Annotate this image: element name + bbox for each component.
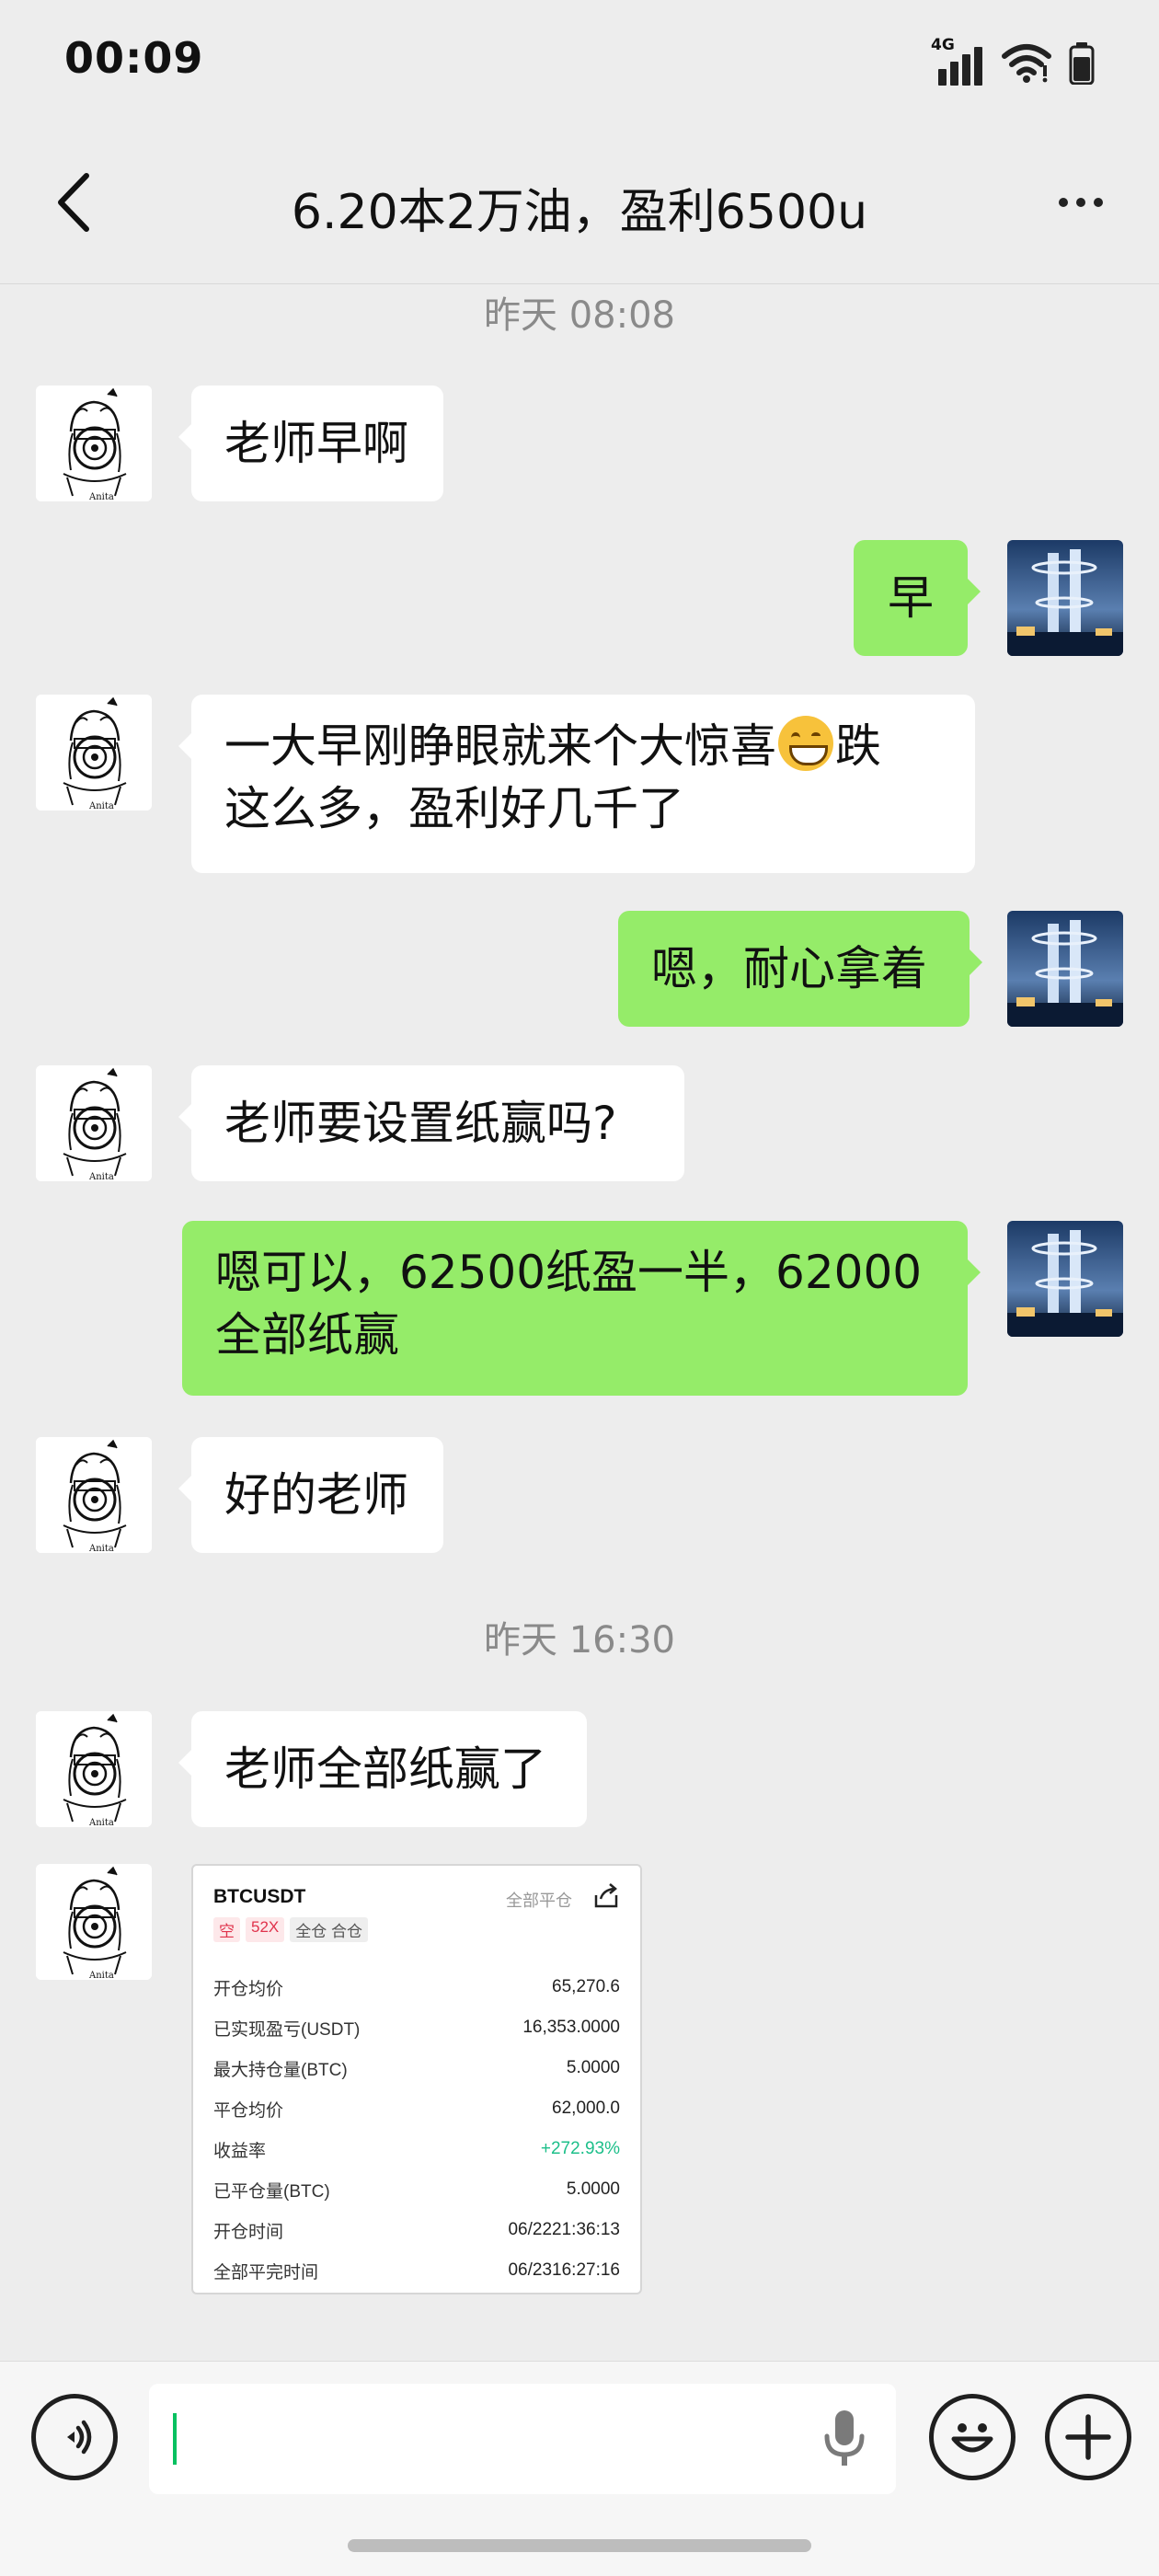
trade-row: 已实现盈亏(USDT) 16,353.0000 <box>213 2018 620 2040</box>
svg-text:Anita: Anita <box>88 1971 114 1980</box>
message-text: 好的老师 <box>224 1468 408 1522</box>
city-tower-avatar-icon <box>1007 1221 1123 1337</box>
message-text: 老师早啊 <box>224 417 408 470</box>
sketch-avatar-icon: Anita <box>36 695 152 811</box>
message-bubble-incoming[interactable]: 老师要设置纸赢吗? <box>178 1065 684 1181</box>
sketch-avatar-icon: Anita <box>36 1864 152 1980</box>
trade-row: 最大持仓量(BTC) 5.0000 <box>213 2058 620 2080</box>
short-tag: 空 <box>213 1917 240 1942</box>
trade-row: 开仓时间 06/2221:36:13 <box>213 2220 620 2242</box>
my-avatar[interactable] <box>1007 911 1123 1027</box>
network-type-label: 4G <box>931 36 955 54</box>
chevron-left-icon <box>58 173 89 232</box>
plus-button[interactable] <box>1045 2394 1131 2480</box>
message-text: 早 <box>888 571 934 625</box>
trade-status: 全部平仓 <box>506 1892 572 1910</box>
message-text: 老师全部纸赢了 <box>224 1742 546 1796</box>
message-text: 老师要设置纸赢吗? <box>224 1097 617 1150</box>
chat-timestamp: 昨天 08:08 <box>484 294 675 337</box>
cellular-signal-icon: 4G <box>931 36 984 86</box>
margin-mode-tag: 全仓 合仓 <box>290 1917 368 1942</box>
more-horizontal-icon <box>1059 198 1068 207</box>
message-bubble-incoming[interactable]: 一大早刚睁眼就来个大惊喜跌 这么多，盈利好几千了 <box>178 695 975 873</box>
chat-title: 6.20本2万油，盈利6500u <box>291 185 868 240</box>
message-line: 嗯可以，62500纸盈一半，62000 <box>215 1246 923 1299</box>
trade-symbol: BTCUSDT <box>213 1886 306 1907</box>
trade-row: 开仓均价 65,270.6 <box>213 1977 620 1999</box>
sketch-avatar-icon: Anita <box>36 1437 152 1553</box>
message-line: 一大早刚睁眼就来个大惊喜跌 <box>224 715 942 777</box>
contact-avatar[interactable]: Anita <box>36 385 152 501</box>
voice-button[interactable] <box>31 2394 118 2480</box>
contact-avatar[interactable]: Anita <box>36 1864 152 1980</box>
contact-avatar[interactable]: Anita <box>36 695 152 811</box>
emoji-icon <box>951 2423 993 2453</box>
message-bubble-incoming[interactable]: 老师全部纸赢了 <box>178 1711 587 1827</box>
contact-avatar[interactable]: Anita <box>36 1065 152 1181</box>
text-cursor <box>173 2413 177 2465</box>
message-bubble-outgoing[interactable]: 嗯，耐心拿着 <box>618 911 982 1027</box>
trade-tags: 空 52X 全仓 合仓 <box>213 1917 368 1942</box>
svg-text:Anita: Anita <box>88 1818 114 1827</box>
city-tower-avatar-icon <box>1007 540 1123 656</box>
wifi-icon <box>1002 44 1051 83</box>
trade-details: 开仓均价 65,270.6 已实现盈亏(USDT) 16,353.0000 最大持仓… <box>213 1967 620 2291</box>
message-bubble-incoming[interactable]: 好的老师 <box>178 1437 443 1553</box>
grinning-face-emoji-icon <box>778 716 833 771</box>
share-icon <box>594 1883 618 1908</box>
home-indicator[interactable] <box>348 2539 811 2552</box>
sketch-avatar-icon: Anita <box>36 1711 152 1827</box>
chat-timestamp: 昨天 16:30 <box>484 1619 675 1662</box>
my-avatar[interactable] <box>1007 540 1123 656</box>
svg-text:Anita: Anita <box>88 1544 114 1553</box>
plus-icon <box>1065 2414 1111 2460</box>
microphone-icon <box>824 2410 865 2466</box>
message-bubble-incoming[interactable]: 老师早啊 <box>178 385 443 501</box>
message-bubble-outgoing[interactable]: 早 <box>854 540 981 656</box>
svg-text:Anita: Anita <box>88 801 114 811</box>
more-button[interactable] <box>1039 166 1122 239</box>
status-bar: 00:09 4G <box>0 0 1159 129</box>
contact-avatar[interactable]: Anita <box>36 1437 152 1553</box>
message-line: 这么多，盈利好几千了 <box>224 782 684 835</box>
status-time: 00:09 <box>64 33 204 83</box>
emoji-button[interactable] <box>929 2394 1016 2480</box>
chat-header: 6.20本2万油，盈利6500u <box>0 138 1159 276</box>
trade-row: 平仓均价 62,000.0 <box>213 2099 620 2121</box>
message-bubble-outgoing[interactable]: 嗯可以，62500纸盈一半，62000 全部纸赢 <box>182 1221 981 1396</box>
trade-screenshot-image[interactable]: BTCUSDT 全部平仓 空 52X 全仓 合仓 开仓均价 65,270.6 已实… <box>191 1864 642 2294</box>
leverage-tag: 52X <box>246 1917 285 1942</box>
mic-button[interactable] <box>809 2404 879 2474</box>
trade-row: 已平仓量(BTC) 5.0000 <box>213 2179 620 2202</box>
voice-icon <box>67 2420 92 2455</box>
contact-avatar[interactable]: Anita <box>36 1711 152 1827</box>
message-input[interactable] <box>149 2384 896 2494</box>
battery-icon <box>1069 42 1095 85</box>
svg-text:Anita: Anita <box>88 1172 114 1181</box>
header-divider <box>0 283 1159 284</box>
back-button[interactable] <box>37 166 110 239</box>
city-tower-avatar-icon <box>1007 911 1123 1027</box>
my-avatar[interactable] <box>1007 1221 1123 1337</box>
svg-text:Anita: Anita <box>88 492 114 501</box>
message-text: 嗯，耐心拿着 <box>651 942 927 995</box>
sketch-avatar-icon: Anita <box>36 385 152 501</box>
sketch-avatar-icon: Anita <box>36 1065 152 1181</box>
trade-row: 全部平完时间 06/2316:27:16 <box>213 2260 620 2283</box>
status-icons: 4G <box>931 36 1095 86</box>
trade-row: 收益率 +272.93% <box>213 2139 620 2161</box>
message-line: 全部纸赢 <box>215 1308 399 1362</box>
